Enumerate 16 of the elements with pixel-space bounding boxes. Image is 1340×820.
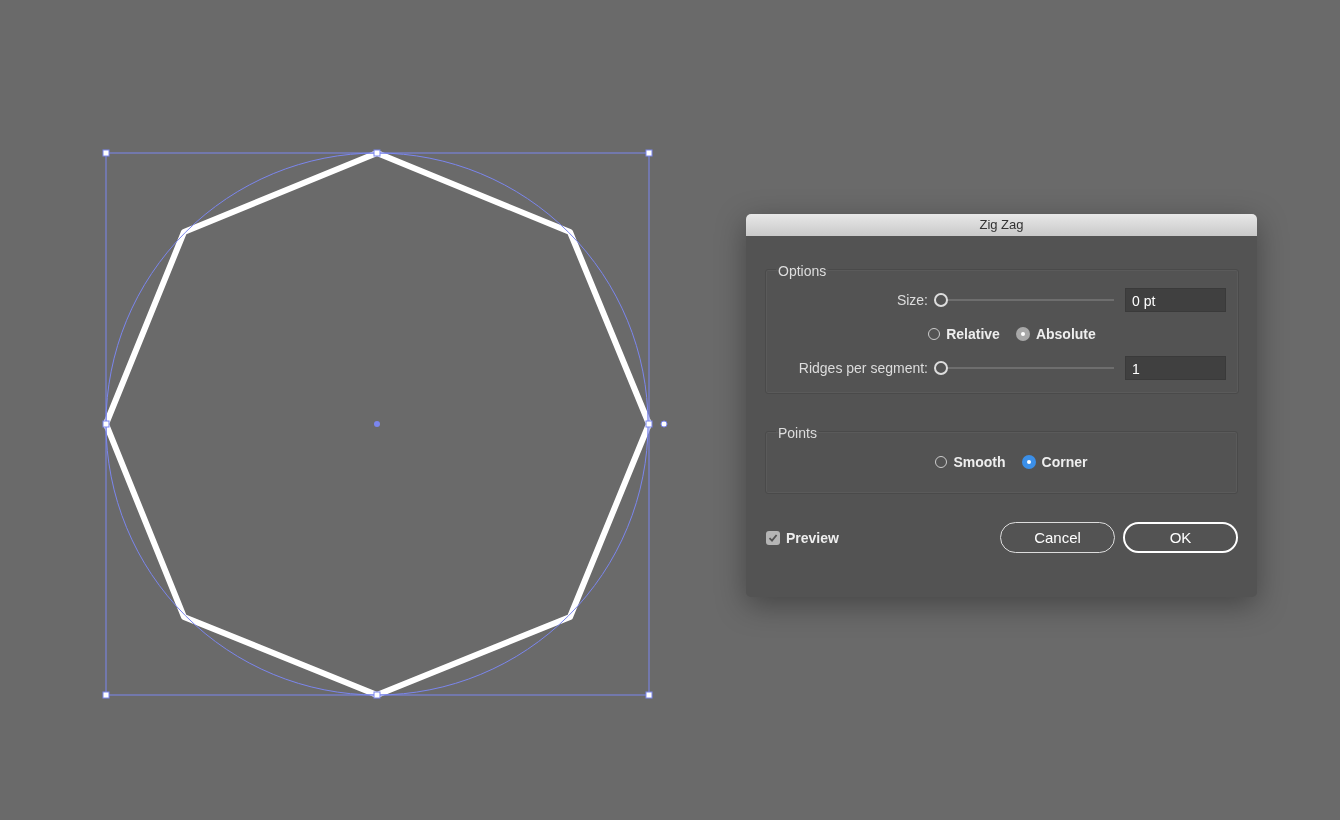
slider-thumb[interactable] <box>934 361 948 375</box>
dialog-title: Zig Zag <box>746 214 1257 236</box>
dialog-button[interactable]: OK <box>1123 522 1238 553</box>
slider-thumb[interactable] <box>934 293 948 307</box>
center-point <box>374 421 380 427</box>
field-label: Ridges per segment: <box>797 360 928 376</box>
checkmark-icon <box>768 532 778 543</box>
dialog-button[interactable]: Cancel <box>1000 522 1115 553</box>
group-legend: Options <box>776 263 829 279</box>
radio-option[interactable]: Smooth <box>935 454 1006 470</box>
field-label: Size: <box>895 292 928 308</box>
input-field[interactable]: 0 pt <box>1125 288 1226 312</box>
radio-option[interactable]: Corner <box>1021 454 1088 470</box>
preview-checkbox[interactable]: Preview <box>766 529 839 546</box>
input-field[interactable]: 1 <box>1125 356 1226 380</box>
group-legend: Points <box>776 425 819 441</box>
